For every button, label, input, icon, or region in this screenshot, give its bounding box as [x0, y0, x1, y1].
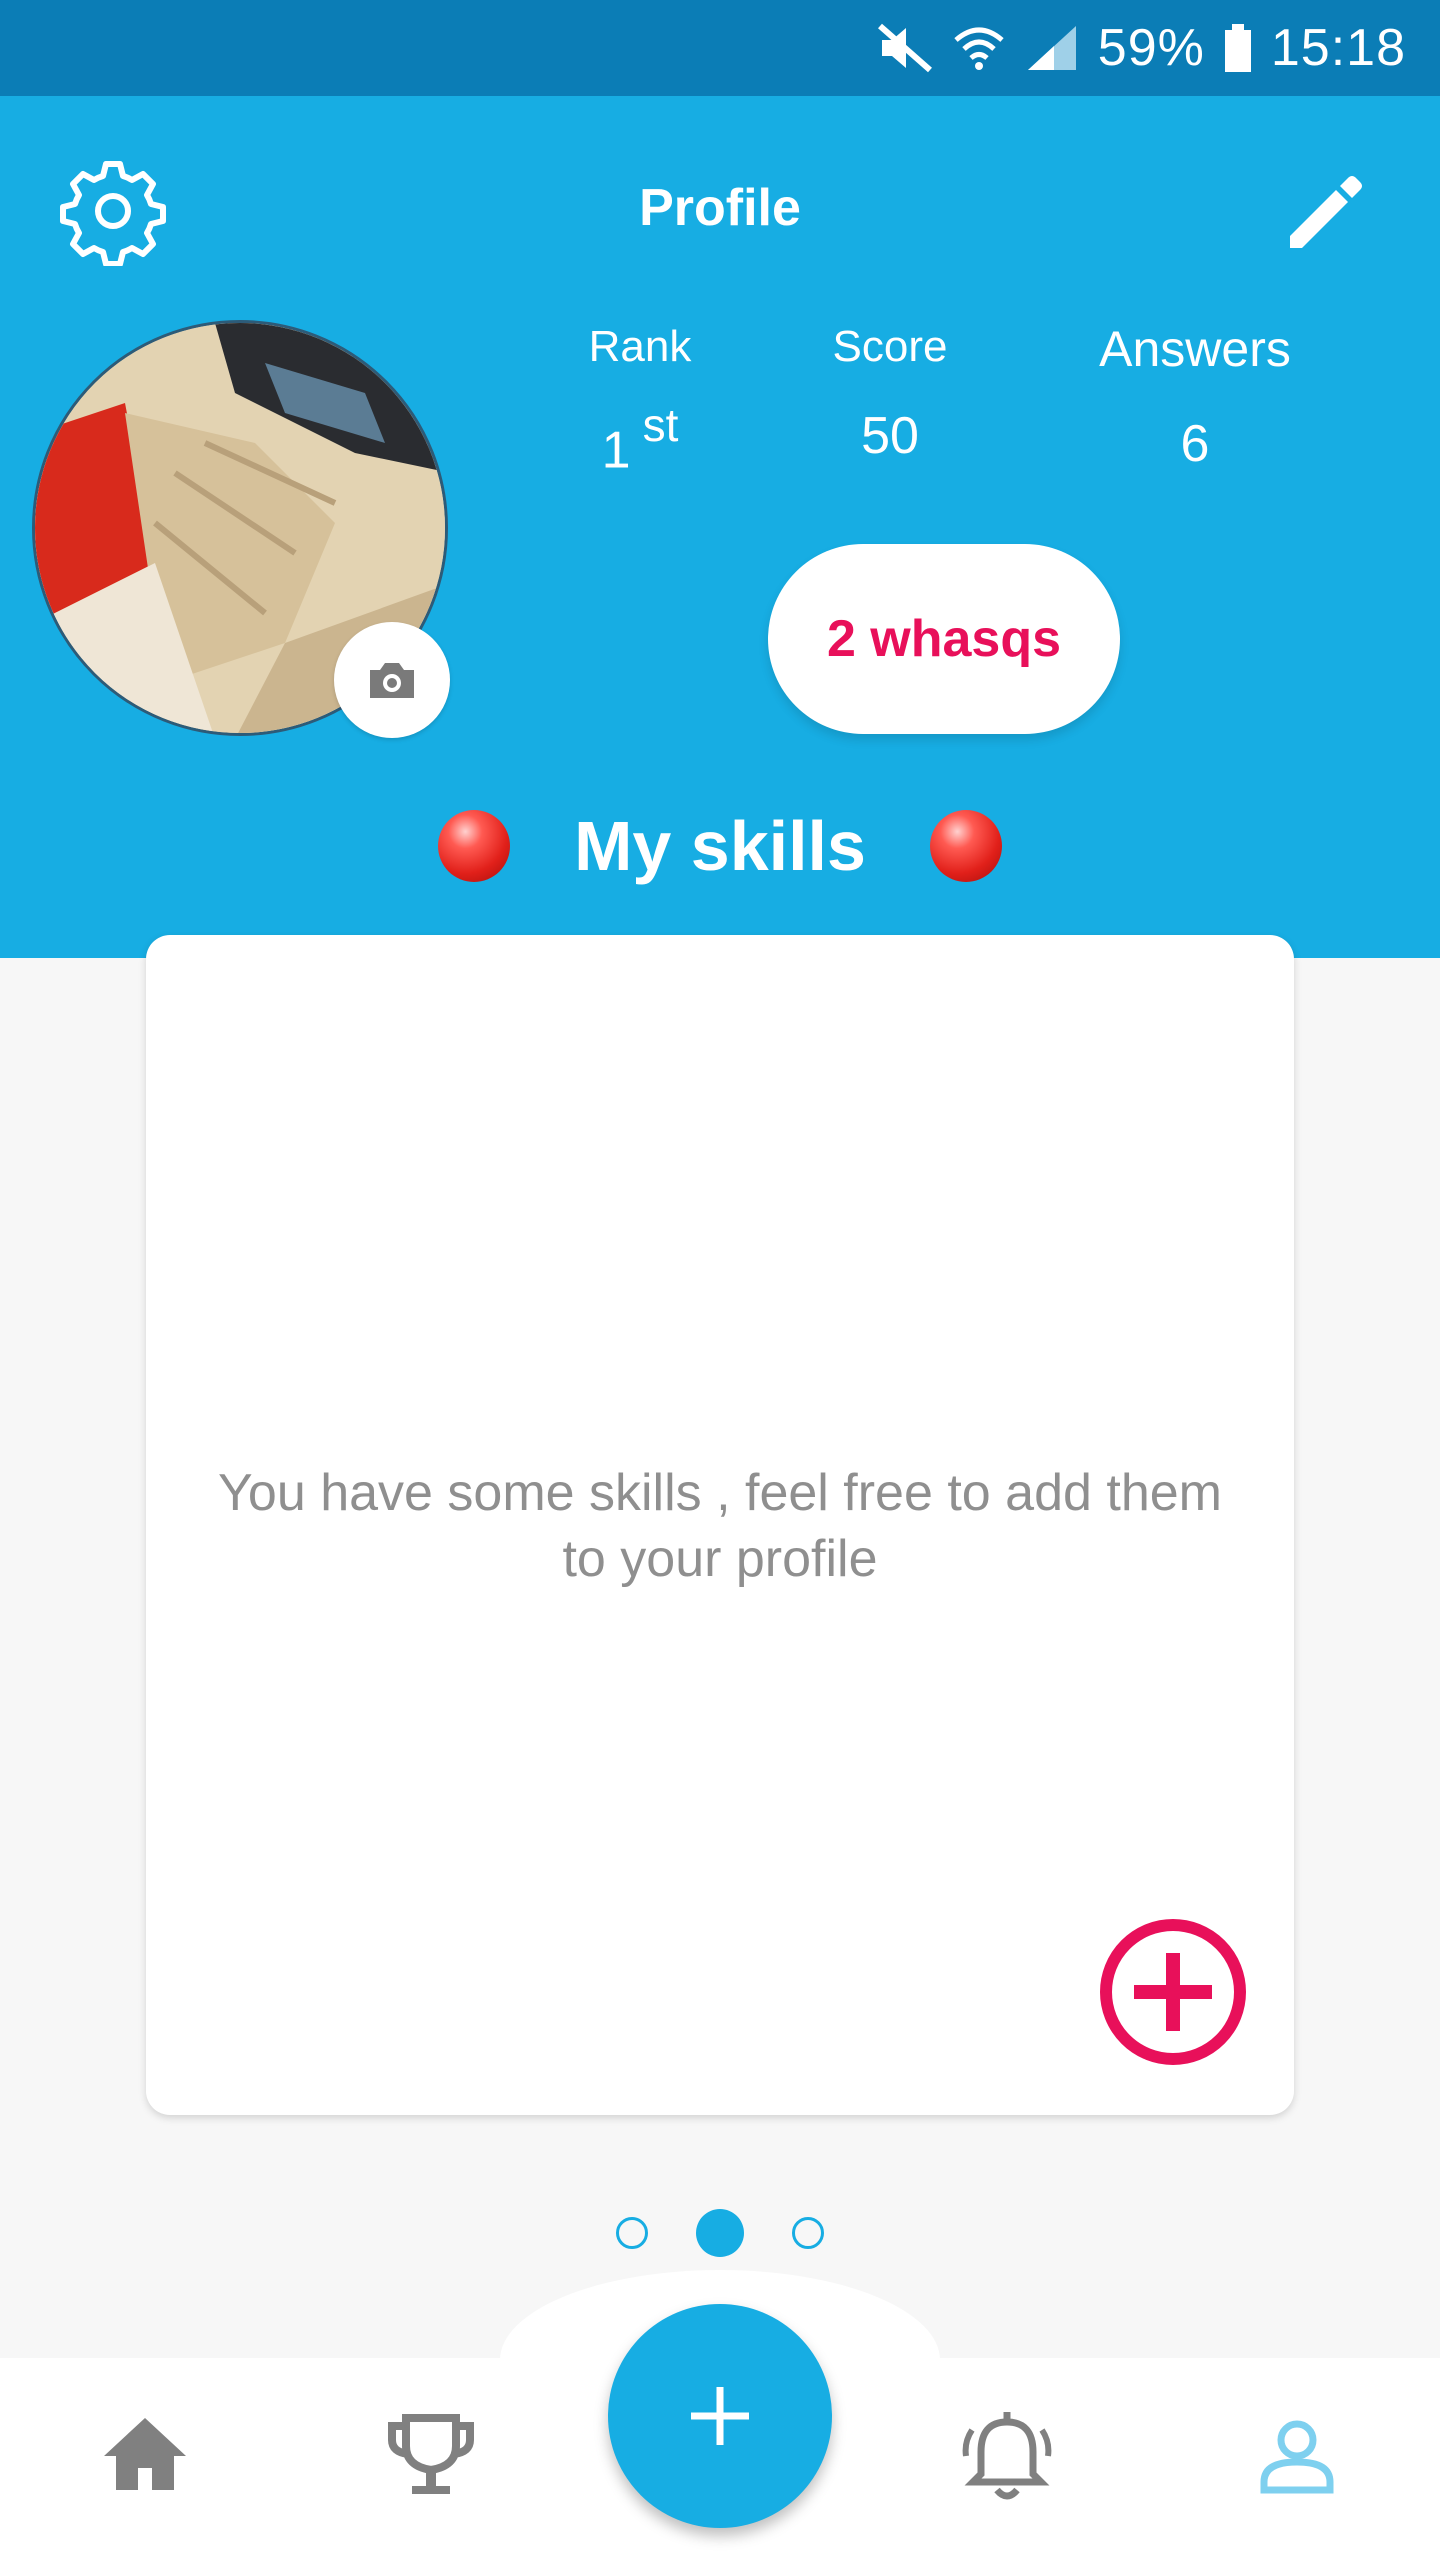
status-bar: 59% 15:18 [0, 0, 1440, 96]
rank-suffix: st [642, 399, 679, 451]
battery-icon [1224, 24, 1251, 72]
rank-number: 1 [601, 421, 631, 480]
rank-value: 1st [560, 399, 720, 480]
red-ball-icon [929, 810, 1002, 882]
trophy-icon[interactable] [376, 2400, 486, 2510]
score-label: Score [832, 322, 948, 371]
pencil-icon[interactable] [1282, 166, 1372, 256]
add-icon [691, 2387, 749, 2445]
answers-stat: Answers 6 [1060, 320, 1330, 474]
rank-label: Rank [588, 322, 692, 371]
battery-percent: 59% [1097, 19, 1205, 77]
skills-heading: My skills [0, 796, 1440, 896]
page-dot[interactable] [792, 2217, 824, 2249]
signal-icon [1027, 26, 1076, 70]
page-title: Profile [639, 179, 801, 237]
profile-icon[interactable] [1242, 2400, 1352, 2510]
skills-card: You have some skills , feel free to add … [146, 935, 1294, 2115]
bell-icon[interactable] [952, 2400, 1062, 2510]
add-question-button[interactable] [608, 2304, 832, 2528]
page-dot[interactable] [616, 2217, 648, 2249]
rank-stat: Rank 1st [560, 322, 720, 480]
empty-skills-message: You have some skills , feel free to add … [218, 1464, 1222, 1588]
mute-icon [877, 23, 932, 73]
page-dot-active[interactable] [696, 2209, 744, 2257]
score-stat: Score 50 [800, 322, 980, 466]
page-indicator [0, 2208, 1440, 2258]
status-icons: 59% 15:18 [876, 18, 1406, 78]
home-icon[interactable] [90, 2400, 200, 2510]
camera-icon [370, 663, 414, 698]
clock: 15:18 [1270, 19, 1406, 77]
wifi-icon [954, 27, 1004, 70]
skills-title: My skills [574, 807, 866, 885]
answers-label: Answers [1099, 321, 1291, 377]
change-photo-button[interactable] [334, 622, 450, 738]
score-value: 50 [861, 407, 919, 465]
answers-value: 6 [1180, 415, 1210, 473]
profile-header: Profile Rank 1st Score 50 Answers 6 2 wh… [0, 96, 1440, 958]
add-skill-button[interactable] [1098, 1917, 1248, 2067]
red-ball-icon [438, 810, 511, 882]
whasqs-button[interactable]: 2 whasqs [768, 544, 1120, 734]
